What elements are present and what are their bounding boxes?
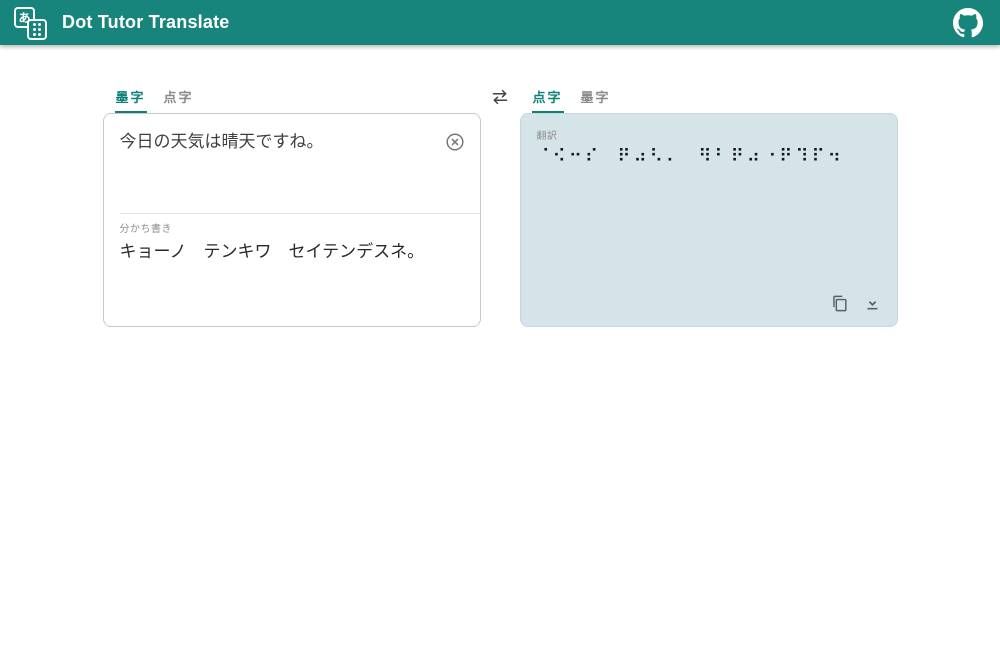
target-tab-sumiji[interactable]: 墨字	[580, 85, 612, 111]
wakachi-text: キョーノ テンキワ セイテンデスネ。	[120, 240, 464, 264]
download-output-button[interactable]	[864, 295, 881, 312]
copy-output-button[interactable]	[830, 294, 849, 313]
github-icon	[953, 8, 983, 38]
wakachi-label: 分かち書き	[120, 220, 464, 235]
target-panel: 点字 墨字 翻訳 ⠈⠪⠒⠎⠀⠟⠴⠣⠄⠀⠻⠃⠟⠴⠐⠟⠹⠏⠲	[520, 85, 898, 327]
braille-translate-logo: あ	[12, 4, 50, 42]
github-link[interactable]	[952, 7, 984, 39]
translation-label: 翻訳	[537, 127, 881, 142]
braille-output-card: 翻訳 ⠈⠪⠒⠎⠀⠟⠴⠣⠄⠀⠻⠃⠟⠴⠐⠟⠹⠏⠲	[520, 113, 898, 327]
braille-output-text: ⠈⠪⠒⠎⠀⠟⠴⠣⠄⠀⠻⠃⠟⠴⠐⠟⠹⠏⠲	[537, 146, 881, 168]
braille-dots-icon	[27, 19, 47, 40]
source-tab-tenji[interactable]: 点字	[163, 85, 195, 111]
app-title: Dot Tutor Translate	[62, 12, 229, 33]
copy-icon	[830, 294, 849, 313]
clear-circle-icon	[444, 131, 466, 153]
output-actions	[830, 294, 881, 313]
clear-input-button[interactable]	[442, 129, 468, 155]
source-input-card: 今日の天気は晴天ですね。 分かち書き キョーノ テンキワ セイテンデスネ。	[103, 113, 481, 327]
source-tab-sumiji[interactable]: 墨字	[115, 85, 147, 113]
source-panel: 墨字 点字 今日の天気は晴天ですね。 分かち書き キョーノ テンキワ セ	[103, 85, 481, 327]
swap-horizontal-icon	[490, 88, 510, 106]
translate-main: 墨字 点字 今日の天気は晴天ですね。 分かち書き キョーノ テンキワ セ	[0, 85, 1000, 327]
app-header: あ Dot Tutor Translate	[0, 0, 1000, 45]
swap-direction-button[interactable]	[490, 88, 510, 106]
source-tabbar: 墨字 点字	[103, 85, 481, 113]
target-tabbar: 点字 墨字	[520, 85, 898, 113]
source-text-input[interactable]: 今日の天気は晴天ですね。	[120, 130, 442, 155]
target-tab-tenji[interactable]: 点字	[532, 85, 564, 113]
download-icon	[864, 295, 881, 312]
